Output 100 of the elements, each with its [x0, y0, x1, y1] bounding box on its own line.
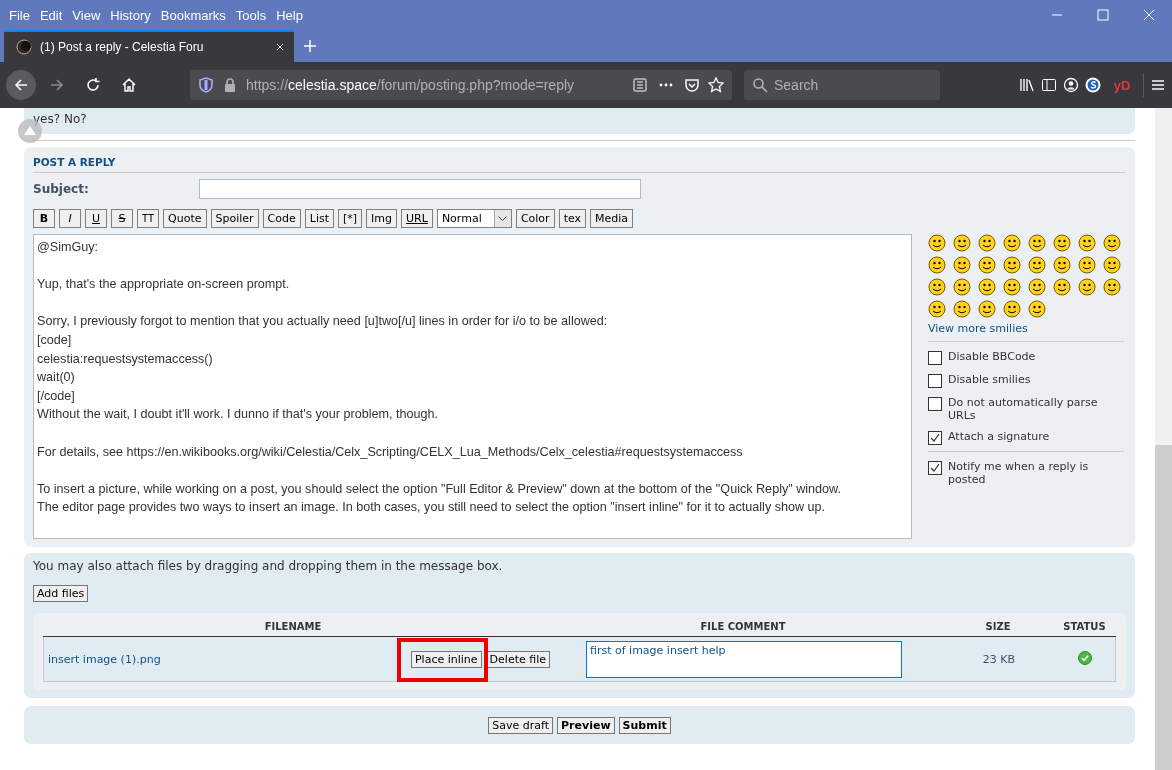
checkbox[interactable] — [928, 397, 942, 411]
format-button[interactable]: TT — [137, 209, 160, 228]
smiley-icon[interactable] — [928, 278, 946, 296]
menu-item[interactable]: History — [105, 7, 156, 23]
option-label: Attach a signature — [948, 430, 1050, 443]
message-field[interactable]: @SimGuy: Yup, that's the appropriate on-screen prompt. Sorry, I previously forgot to mention that you actually need [u]two[/u] lines in order for i/o to be allowed: [code] celestia:requestsystemaccess() wait(0) [/code] Without the wait, I doubt it'll work. I dunno if that's your problem, though. For details, see https://en.wikibooks.org/wiki/Celestia/Celx_Scripting/CELX_Lua_Methods/Celx_celestia#requestsystemaccess To insert a picture, while working on a post, you should select the option "Full Editor & Preview" down at the bottom of the "Quick Reply" window. The editor page provides two ways to insert an image. In both cases, you still need to select the option "insert inline" for it to actually show up. — [33, 234, 912, 539]
form-action-button[interactable]: Preview — [557, 716, 615, 734]
option-label: Disable smilies — [948, 373, 1031, 386]
smiley-icon[interactable] — [1078, 256, 1096, 274]
smiley-icon[interactable] — [953, 278, 971, 296]
search-icon[interactable] — [752, 77, 768, 93]
add-files-button[interactable]: Add files — [33, 585, 89, 602]
scrollbar-thumb[interactable] — [1155, 445, 1172, 770]
format-button[interactable]: I — [59, 209, 81, 228]
smiley-icon[interactable] — [1103, 278, 1121, 296]
column-header: FILENAME — [263, 621, 323, 632]
file-name-link[interactable]: insert image (1).png — [48, 652, 161, 666]
format-button[interactable]: Img — [366, 209, 398, 228]
smiley-icon[interactable] — [1003, 278, 1021, 296]
smiley-icon[interactable] — [1053, 256, 1071, 274]
sidebar-icon[interactable] — [1041, 77, 1057, 93]
checkbox[interactable] — [928, 461, 942, 475]
format-button[interactable]: Color — [515, 209, 555, 228]
column-header: FILE COMMENT — [699, 621, 787, 632]
smiley-icon[interactable] — [978, 300, 996, 318]
caret-icon — [498, 215, 508, 222]
back-icon[interactable] — [13, 77, 29, 93]
format-button[interactable]: [*] — [338, 209, 363, 228]
form-action-button[interactable]: Save draft — [488, 716, 554, 734]
menu-icon[interactable] — [1150, 77, 1166, 93]
menu-item[interactable]: Bookmarks — [155, 7, 231, 23]
format-button[interactable]: Media — [590, 209, 634, 228]
pocket-icon[interactable] — [684, 77, 700, 93]
format-button[interactable]: B — [33, 209, 55, 228]
format-button[interactable]: Spoiler — [210, 209, 259, 228]
lock-icon[interactable] — [222, 77, 238, 93]
file-size: 23 KB — [981, 652, 1017, 666]
format-button[interactable]: tex — [558, 209, 587, 228]
format-button[interactable]: List — [304, 209, 334, 228]
menu-item[interactable]: Help — [271, 7, 308, 23]
plus-icon[interactable] — [302, 38, 318, 54]
font-size-select[interactable]: Normal — [436, 209, 512, 228]
reload-icon[interactable] — [85, 77, 101, 93]
smiley-icon[interactable] — [1028, 256, 1046, 274]
smiley-icon[interactable] — [1103, 234, 1121, 252]
smiley-icon[interactable] — [953, 234, 971, 252]
browser-tab[interactable]: (1) Post a reply - Celestia Foru — [4, 30, 294, 62]
search-field[interactable]: Search — [744, 70, 940, 100]
smiley-icon[interactable] — [1003, 234, 1021, 252]
format-button[interactable]: URL — [401, 209, 433, 228]
smiley-icon[interactable] — [1028, 300, 1046, 318]
star-icon[interactable] — [708, 77, 724, 93]
smiley-icon[interactable] — [1003, 256, 1021, 274]
home-icon[interactable] — [121, 77, 137, 93]
library-icon[interactable] — [1019, 77, 1035, 93]
smiley-icon[interactable] — [978, 234, 996, 252]
subject-field[interactable] — [199, 179, 641, 199]
option-label: Notify me when a reply is posted — [948, 460, 1090, 486]
smiley-icon[interactable] — [978, 256, 996, 274]
column-header: STATUS — [1062, 621, 1107, 632]
attach-hint: You may also attach files by dragging and dropping them in the message box. — [33, 559, 504, 573]
checkbox[interactable] — [928, 431, 942, 445]
smiley-icon[interactable] — [928, 234, 946, 252]
smiley-icon[interactable] — [978, 278, 996, 296]
close-icon[interactable] — [274, 41, 286, 53]
smiley-icon[interactable] — [928, 300, 946, 318]
reader-view-icon[interactable] — [632, 77, 648, 93]
place-inline-button[interactable]: Place inline — [410, 650, 482, 668]
account-icon[interactable] — [1063, 77, 1079, 93]
smiley-icon[interactable] — [1078, 278, 1096, 296]
checkbox[interactable] — [928, 351, 942, 365]
smiley-icon[interactable] — [1028, 234, 1046, 252]
menu-item[interactable]: Edit — [34, 7, 68, 23]
option-label: Disable BBCode — [948, 350, 1036, 363]
smiley-icon[interactable] — [1103, 256, 1121, 274]
smiley-icon[interactable] — [1053, 278, 1071, 296]
smiley-icon[interactable] — [1053, 234, 1071, 252]
format-button[interactable]: Quote — [163, 209, 207, 228]
checkbox[interactable] — [928, 374, 942, 388]
menu-item[interactable]: Tools — [230, 7, 272, 23]
format-button[interactable]: U — [85, 209, 107, 228]
forward-icon[interactable] — [49, 77, 65, 93]
format-button[interactable]: Code — [262, 209, 301, 228]
section-heading: POST A REPLY — [33, 153, 1126, 173]
option-label: Do not automatically parse URLs — [948, 396, 1099, 422]
menu-item[interactable]: View — [67, 7, 106, 23]
file-comment-field[interactable]: first of image insert help — [586, 640, 902, 678]
form-action-button[interactable]: Submit — [618, 716, 671, 734]
view-more-smilies-link[interactable]: View more smilies — [928, 322, 1124, 335]
smiley-icon[interactable] — [1078, 234, 1096, 252]
smiley-icon[interactable] — [953, 256, 971, 274]
smiley-icon[interactable] — [1003, 300, 1021, 318]
smiley-icon[interactable] — [953, 300, 971, 318]
smiley-icon[interactable] — [1028, 278, 1046, 296]
format-button[interactable]: S — [111, 209, 133, 228]
shield-icon[interactable] — [198, 77, 214, 93]
delete-file-button[interactable]: Delete file — [485, 650, 550, 668]
smiley-icon[interactable] — [928, 256, 946, 274]
s-logo-icon[interactable] — [1085, 77, 1101, 93]
menu-item[interactable]: File — [4, 7, 35, 23]
